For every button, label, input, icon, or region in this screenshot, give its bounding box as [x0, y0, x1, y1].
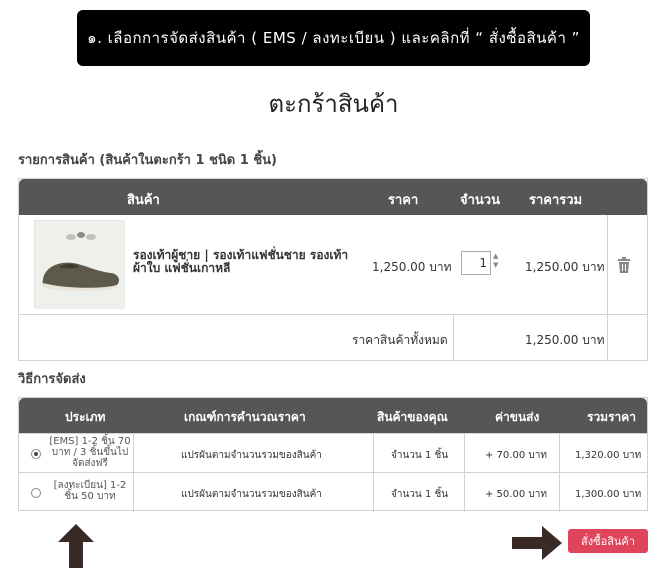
item-price: 1,250.00 บาท — [372, 260, 452, 274]
column-divider — [559, 434, 560, 473]
trash-icon[interactable] — [617, 257, 631, 273]
shipping-fee: + 50.00 บาท — [485, 489, 547, 500]
col-qty: จำนวน — [460, 193, 500, 208]
col-product: สินค้า — [127, 193, 160, 208]
col-ship-total: รวมราคา — [587, 410, 637, 424]
shipping-option-row[interactable]: [ลงทะเบียน] 1-2 ชิ้น 50 บาท แปรผันตามจำน… — [19, 472, 647, 512]
shipping-table: ประเภท เกณฑ์การคำนวณราคา สินค้าของคุณ ค่… — [18, 397, 648, 512]
col-total: ราคารวม — [529, 193, 583, 208]
col-criteria: เกณฑ์การคำนวณราคา — [184, 410, 306, 424]
column-divider — [453, 315, 454, 361]
shipping-heading: วิธีการจัดส่ง — [18, 372, 86, 387]
shipping-type-label: [ลงทะเบียน] 1-2 ชิ้น 50 บาท — [53, 480, 127, 502]
arrow-up-icon — [58, 524, 94, 568]
col-your-items: สินค้าของคุณ — [377, 410, 448, 424]
arrow-right-icon — [512, 526, 562, 560]
cart-item-row: รองเท้าผู้ชาย | รองเท้าแฟชั่นชาย รองเท้า… — [19, 215, 647, 315]
product-name-link[interactable]: รองเท้าผู้ชาย | รองเท้าแฟชั่นชาย รองเท้า… — [133, 249, 353, 275]
shipping-item-count: จำนวน 1 ชิ้น — [391, 450, 449, 461]
shipping-total: 1,300.00 บาท — [575, 489, 642, 500]
shipping-criteria: แปรผันตามจำนวนรวมของสินค้า — [181, 489, 322, 500]
shipping-option-row[interactable]: [EMS] 1-2 ชิ้น 70 บาท / 3 ชิ้นขึ้นไป จัด… — [19, 433, 647, 473]
column-divider — [559, 473, 560, 512]
shipping-radio-registered[interactable] — [31, 488, 41, 498]
quantity-stepper[interactable] — [461, 251, 491, 275]
column-divider — [373, 434, 374, 473]
col-price: ราคา — [388, 193, 419, 208]
cart-table: สินค้า ราคา จำนวน ราคารวม รองเท้าผู้ชาย … — [18, 178, 648, 361]
cart-table-header: สินค้า ราคา จำนวน ราคารวม — [19, 179, 647, 215]
product-image[interactable] — [34, 220, 125, 309]
instruction-banner: ๑. เลือกการจัดส่งสินค้า ( EMS / ลงทะเบีย… — [77, 10, 590, 66]
shipping-fee: + 70.00 บาท — [485, 450, 547, 461]
grand-total-label: ราคาสินค้าทั้งหมด — [352, 333, 448, 347]
grand-total-value: 1,250.00 บาท — [525, 333, 605, 347]
shipping-item-count: จำนวน 1 ชิ้น — [391, 489, 449, 500]
page-title: ตะกร้าสินค้า — [268, 90, 399, 118]
shoe-image — [35, 221, 125, 309]
shipping-total: 1,320.00 บาท — [575, 450, 642, 461]
col-type: ประเภท — [65, 410, 106, 424]
shipping-criteria: แปรผันตามจำนวนรวมของสินค้า — [181, 450, 322, 461]
column-divider — [133, 473, 134, 512]
cart-heading: รายการสินค้า (สินค้าในตะกร้า 1 ชนิด 1 ชิ… — [18, 153, 277, 168]
column-divider — [133, 434, 134, 473]
column-divider — [607, 215, 608, 315]
column-divider — [607, 315, 608, 361]
col-fee: ค่าขนส่ง — [495, 410, 540, 424]
item-total: 1,250.00 บาท — [525, 260, 605, 274]
cart-total-row: ราคาสินค้าทั้งหมด 1,250.00 บาท — [19, 315, 647, 361]
column-divider — [464, 434, 465, 473]
column-divider — [464, 473, 465, 512]
shipping-type-label: [EMS] 1-2 ชิ้น 70 บาท / 3 ชิ้นขึ้นไป จัด… — [49, 436, 131, 469]
column-divider — [373, 473, 374, 512]
place-order-button[interactable]: สั่งซื้อสินค้า — [568, 529, 648, 553]
shipping-radio-ems[interactable] — [31, 449, 41, 459]
shipping-table-header: ประเภท เกณฑ์การคำนวณราคา สินค้าของคุณ ค่… — [19, 398, 647, 433]
quantity-spinner-icon[interactable]: ▲ ▼ — [493, 252, 498, 270]
